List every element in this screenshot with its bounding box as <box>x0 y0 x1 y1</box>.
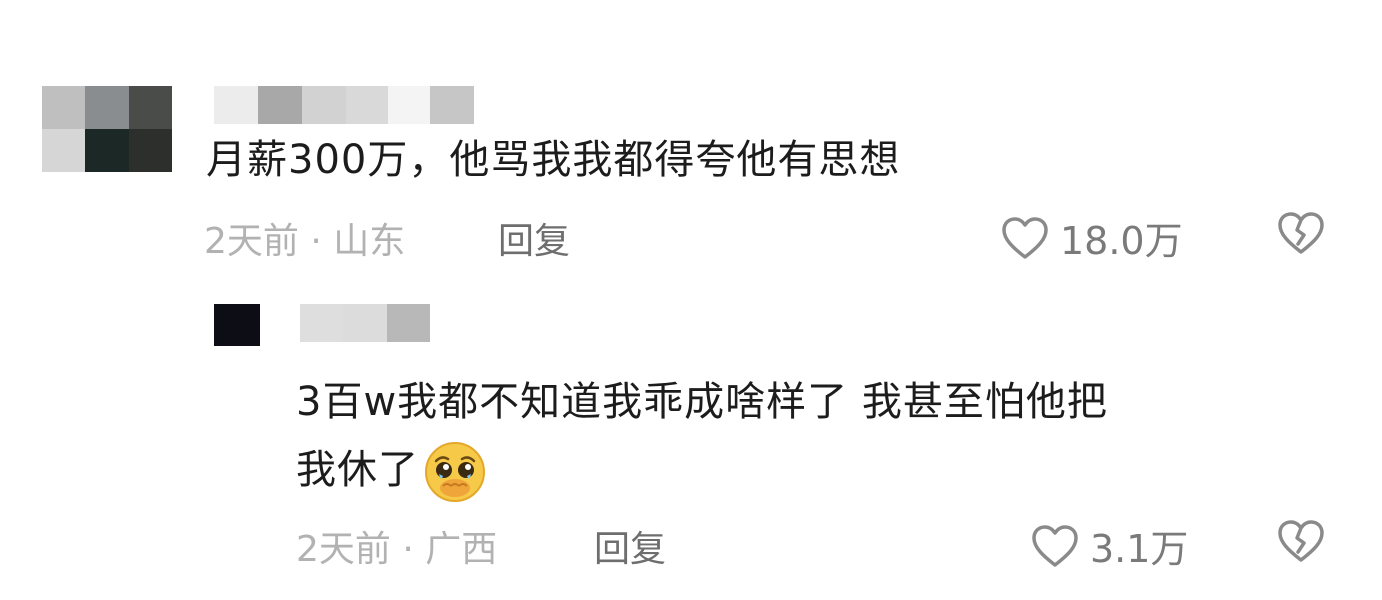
broken-heart-icon[interactable] <box>1276 518 1326 564</box>
comment-text-line-1: 3百w我都不知道我乖成啥样了 我甚至怕他把 <box>296 379 1108 425</box>
mosaic-pixel <box>300 304 344 342</box>
mosaic-pixel <box>388 86 430 124</box>
mosaic-pixel <box>42 129 86 172</box>
like-button[interactable]: 3.1万 <box>1030 518 1188 573</box>
mosaic-pixel <box>214 304 260 346</box>
like-count: 3.1万 <box>1090 527 1189 571</box>
mosaic-pixel <box>346 86 388 124</box>
username[interactable] <box>300 304 430 342</box>
like-button[interactable]: 18.0万 <box>1000 210 1183 265</box>
comment-meta: 2天前 · 山东 <box>204 221 406 262</box>
mosaic-pixel <box>128 86 172 129</box>
heart-outline-icon <box>1002 216 1048 259</box>
mosaic-pixel <box>128 129 172 172</box>
mosaic-pixel <box>258 86 302 124</box>
like-count: 18.0万 <box>1060 219 1183 263</box>
heart-outline-icon <box>1032 524 1078 567</box>
reply-button[interactable]: 回复 <box>498 212 570 264</box>
mosaic-pixel <box>42 86 86 129</box>
comment-text-line-2-text: 我休了 <box>296 447 419 493</box>
avatar[interactable] <box>214 304 260 346</box>
mosaic-pixel <box>302 86 346 124</box>
avatar[interactable] <box>42 86 172 172</box>
comment-text-line-2: 我休了 <box>296 440 487 504</box>
mosaic-pixel <box>85 129 129 172</box>
comment-text: 月薪300万，他骂我我都得夸他有思想 <box>206 137 901 183</box>
username[interactable] <box>214 86 474 124</box>
comment-meta: 2天前 · 广西 <box>296 529 498 570</box>
mosaic-pixel <box>85 86 129 129</box>
mosaic-pixel <box>343 304 387 342</box>
broken-heart-icon[interactable] <box>1276 210 1326 256</box>
mosaic-pixel <box>430 86 474 124</box>
mosaic-pixel <box>386 304 430 342</box>
pleading-covering-mouth-emoji <box>425 442 485 502</box>
mosaic-pixel <box>214 86 258 124</box>
reply-button[interactable]: 回复 <box>594 520 666 572</box>
